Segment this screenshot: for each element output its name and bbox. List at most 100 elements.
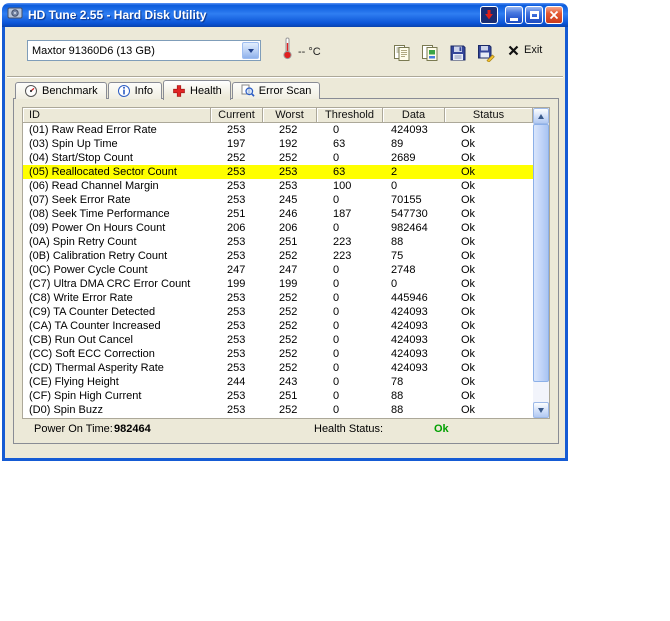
table-row[interactable]: (D0) Spin Buzz 253 252 0 88 Ok — [23, 403, 533, 417]
cell-worst: 251 — [279, 236, 298, 248]
table-row[interactable]: (CB) Run Out Cancel 253 252 0 424093 Ok — [23, 333, 533, 347]
drive-select[interactable]: Maxtor 91360D6 (13 GB) — [27, 40, 261, 61]
cell-status: Ok — [461, 152, 476, 164]
cell-id: (CE) Flying Height — [29, 376, 119, 388]
table-header-row: ID Current Worst Threshold Data Status — [23, 108, 533, 123]
cell-current: 253 — [227, 124, 246, 136]
tab-error-scan[interactable]: Error Scan — [231, 82, 321, 99]
cell-threshold: 0 — [333, 292, 340, 304]
cell-threshold: 0 — [333, 348, 340, 360]
table-row[interactable]: (07) Seek Error Rate 253 245 0 70155 Ok — [23, 193, 533, 207]
cell-worst: 206 — [279, 222, 298, 234]
window-body: Maxtor 91360D6 (13 GB) -- °C Exit Benchm… — [2, 27, 568, 461]
gauge-icon — [25, 85, 37, 97]
health-cross-icon — [173, 84, 185, 97]
close-button[interactable] — [545, 6, 563, 24]
cell-threshold: 0 — [333, 278, 340, 290]
cell-threshold: 0 — [333, 152, 340, 164]
table-row[interactable]: (09) Power On Hours Count 206 206 0 9824… — [23, 221, 533, 235]
tab-label: Info — [134, 85, 153, 97]
table-row[interactable]: (0B) Calibration Retry Count 253 252 223… — [23, 249, 533, 263]
temperature-value: -- °C — [298, 46, 321, 58]
cell-worst: 247 — [279, 264, 298, 276]
tab-bar: Benchmark Info Health Error Scan — [15, 80, 321, 100]
cell-worst: 199 — [279, 278, 298, 290]
app-window: HD Tune 2.55 - Hard Disk Utility Maxtor … — [2, 3, 568, 461]
cell-data: 88 — [391, 404, 404, 416]
scroll-down-button[interactable] — [533, 402, 549, 418]
cell-status: Ok — [461, 180, 476, 192]
cell-threshold: 0 — [333, 194, 340, 206]
table-row[interactable]: (01) Raw Read Error Rate 253 252 0 42409… — [23, 123, 533, 137]
scrollbar-thumb[interactable] — [533, 124, 549, 382]
cell-worst: 252 — [279, 250, 298, 262]
cell-status: Ok — [461, 124, 476, 136]
export-icon[interactable] — [475, 42, 497, 64]
save-icon[interactable] — [447, 42, 469, 64]
table-row[interactable]: (CD) Thermal Asperity Rate 253 252 0 424… — [23, 361, 533, 375]
toolbar: Maxtor 91360D6 (13 GB) -- °C Exit — [5, 27, 565, 78]
cell-current: 253 — [227, 194, 246, 206]
column-header-status[interactable]: Status — [445, 108, 533, 123]
cell-status: Ok — [461, 348, 476, 360]
column-header-id[interactable]: ID — [23, 108, 211, 123]
cell-id: (C7) Ultra DMA CRC Error Count — [29, 278, 191, 290]
drive-select-dropdown-button[interactable] — [242, 42, 259, 59]
cell-status: Ok — [461, 222, 476, 234]
cell-current: 253 — [227, 320, 246, 332]
table-row[interactable]: (CC) Soft ECC Correction 253 252 0 42409… — [23, 347, 533, 361]
cell-current: 253 — [227, 362, 246, 374]
cell-id: (03) Spin Up Time — [29, 138, 118, 150]
table-row[interactable]: (08) Seek Time Performance 251 246 187 5… — [23, 207, 533, 221]
maximize-button[interactable] — [525, 6, 543, 24]
cell-threshold: 0 — [333, 362, 340, 374]
table-row[interactable]: (CF) Spin High Current 253 251 0 88 Ok — [23, 389, 533, 403]
minimize-icon — [510, 17, 518, 21]
tab-health[interactable]: Health — [163, 80, 231, 100]
column-header-data[interactable]: Data — [383, 108, 445, 123]
column-header-threshold[interactable]: Threshold — [317, 108, 383, 123]
cell-worst: 252 — [279, 306, 298, 318]
drive-select-value: Maxtor 91360D6 (13 GB) — [32, 44, 155, 57]
cell-id: (CC) Soft ECC Correction — [29, 348, 155, 360]
copy-text-icon[interactable] — [391, 42, 413, 64]
tab-info[interactable]: Info — [107, 82, 162, 99]
cell-status: Ok — [461, 236, 476, 248]
column-header-worst[interactable]: Worst — [263, 108, 317, 123]
table-row[interactable]: (0A) Spin Retry Count 253 251 223 88 Ok — [23, 235, 533, 249]
exit-x-icon — [508, 45, 519, 55]
window-title: HD Tune 2.55 - Hard Disk Utility — [28, 8, 207, 22]
table-row[interactable]: (0C) Power Cycle Count 247 247 0 2748 Ok — [23, 263, 533, 277]
vertical-scrollbar[interactable] — [533, 108, 549, 418]
cell-status: Ok — [461, 376, 476, 388]
table-row[interactable]: (C8) Write Error Rate 253 252 0 445946 O… — [23, 291, 533, 305]
cell-data: 0 — [391, 180, 398, 192]
table-row[interactable]: (05) Reallocated Sector Count 253 253 63… — [23, 165, 533, 179]
column-header-current[interactable]: Current — [211, 108, 263, 123]
cell-id: (CB) Run Out Cancel — [29, 334, 133, 346]
table-row[interactable]: (03) Spin Up Time 197 192 63 89 Ok — [23, 137, 533, 151]
cell-current: 253 — [227, 180, 246, 192]
table-row[interactable]: (04) Start/Stop Count 252 252 0 2689 Ok — [23, 151, 533, 165]
scroll-up-button[interactable] — [533, 108, 549, 124]
cell-worst: 252 — [279, 152, 298, 164]
cell-threshold: 0 — [333, 320, 340, 332]
health-status-value: Ok — [434, 423, 449, 435]
cell-status: Ok — [461, 334, 476, 346]
table-row[interactable]: (C9) TA Counter Detected 253 252 0 42409… — [23, 305, 533, 319]
copy-image-icon[interactable] — [419, 42, 441, 64]
download-icon[interactable] — [480, 6, 498, 24]
table-row[interactable]: (CE) Flying Height 244 243 0 78 Ok — [23, 375, 533, 389]
cell-current: 253 — [227, 306, 246, 318]
table-row[interactable]: (CA) TA Counter Increased 253 252 0 4240… — [23, 319, 533, 333]
tab-benchmark[interactable]: Benchmark — [15, 82, 107, 99]
table-row[interactable]: (06) Read Channel Margin 253 253 100 0 O… — [23, 179, 533, 193]
cell-current: 206 — [227, 222, 246, 234]
tab-label: Error Scan — [258, 85, 312, 97]
cell-data: 0 — [391, 278, 398, 290]
minimize-button[interactable] — [505, 6, 523, 24]
exit-button[interactable]: Exit — [508, 44, 542, 56]
cell-worst: 192 — [279, 138, 298, 150]
table-row[interactable]: (C7) Ultra DMA CRC Error Count 199 199 0… — [23, 277, 533, 291]
toolbar-separator — [7, 76, 563, 78]
